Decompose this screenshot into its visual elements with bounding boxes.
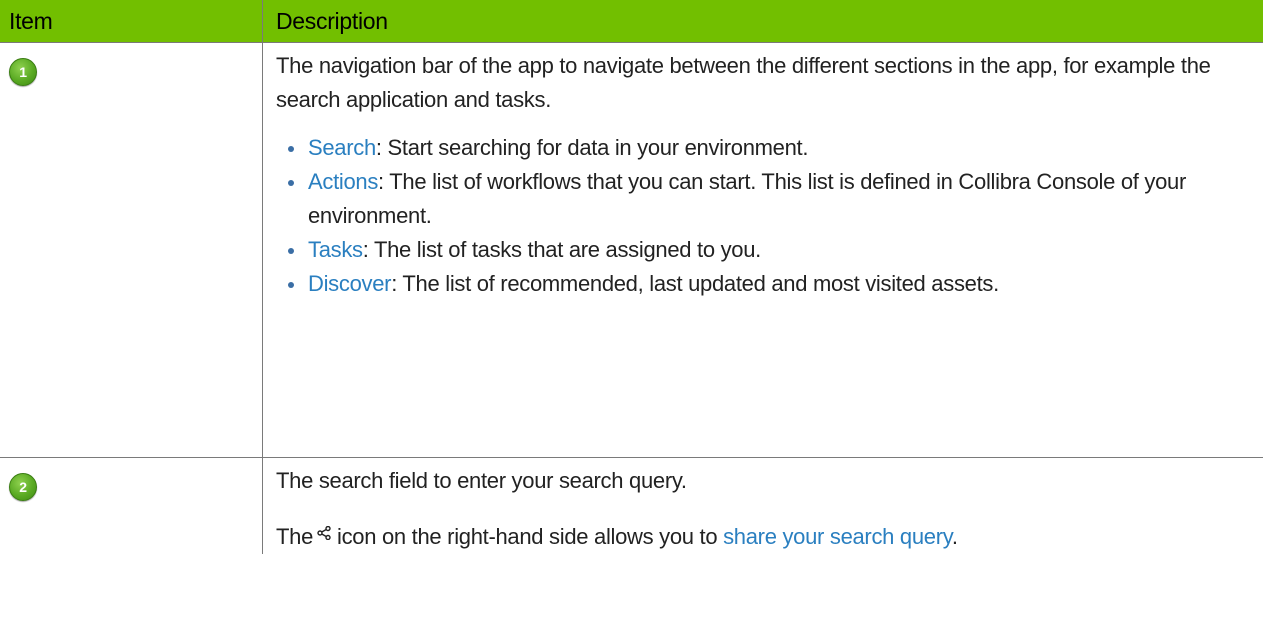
description-cell: The search field to enter your search qu… (263, 458, 1263, 555)
list-item: Tasks: The list of tasks that are assign… (276, 233, 1257, 267)
row-intro-text: The navigation bar of the app to navigat… (276, 53, 1211, 112)
item-cell: 1 (0, 42, 263, 458)
list-item-text: : Start searching for data in your envir… (375, 135, 809, 160)
number-badge-2: 2 (9, 473, 37, 501)
number-badge-1: 1 (9, 58, 37, 86)
list-item: Discover: The list of recommended, last … (276, 267, 1257, 301)
list-item-text: : The list of workflows that you can sta… (308, 169, 1187, 228)
list-item-text: : The list of recommended, last updated … (391, 271, 999, 296)
table-row: 1 The navigation bar of the app to navig… (0, 42, 1263, 458)
share-text-before: The (276, 524, 314, 549)
list-item: Search: Start searching for data in your… (276, 131, 1257, 165)
share-icon (317, 516, 331, 550)
row-intro-text: The search field to enter your search qu… (276, 468, 687, 493)
description-cell: The navigation bar of the app to navigat… (262, 42, 1263, 458)
item-cell: 2 (0, 457, 263, 554)
section-list: Search: Start searching for data in your… (276, 131, 1257, 301)
discover-link[interactable]: Discover (308, 271, 391, 296)
description-table: Item Description 1 The navigation bar of… (0, 0, 1263, 554)
share-paragraph: The icon on the right-hand side allows yo… (276, 516, 1257, 554)
share-search-query-link[interactable]: share your search query (723, 524, 952, 549)
actions-link[interactable]: Actions (308, 169, 378, 194)
search-link[interactable]: Search (308, 135, 376, 160)
list-item-text: : The list of tasks that are assigned to… (362, 237, 762, 262)
list-item: Actions: The list of workflows that you … (276, 165, 1257, 233)
share-text-end: . (951, 524, 958, 549)
header-item: Item (0, 0, 263, 43)
share-text-after: icon on the right-hand side allows you t… (337, 524, 724, 549)
table-row: 2 The search field to enter your search … (0, 457, 1263, 555)
table-header-row: Item Description (0, 0, 1263, 43)
tasks-link[interactable]: Tasks (308, 237, 363, 262)
header-description: Description (262, 0, 1263, 43)
